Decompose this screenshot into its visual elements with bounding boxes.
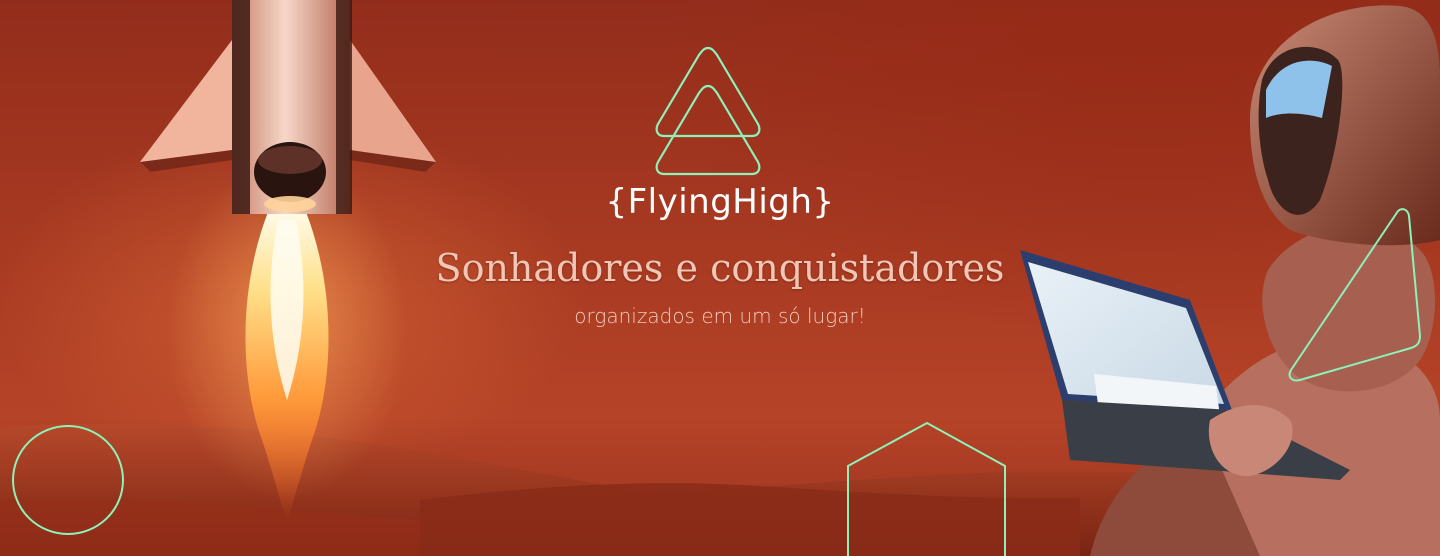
circle-outline-icon [12,425,124,535]
hero-tagline: organizados em um só lugar! [574,304,866,328]
triangle-outline-icon [1288,208,1422,382]
hero-headline: Sonhadores e conquistadores [435,246,1005,290]
double-triangle-logo-icon [655,46,761,176]
hexagon-outline-icon [847,421,1006,556]
hero-banner: {FlyingHigh} Sonhadores e conquistadores… [0,0,1440,556]
brand-name: {FlyingHigh} [605,182,835,222]
